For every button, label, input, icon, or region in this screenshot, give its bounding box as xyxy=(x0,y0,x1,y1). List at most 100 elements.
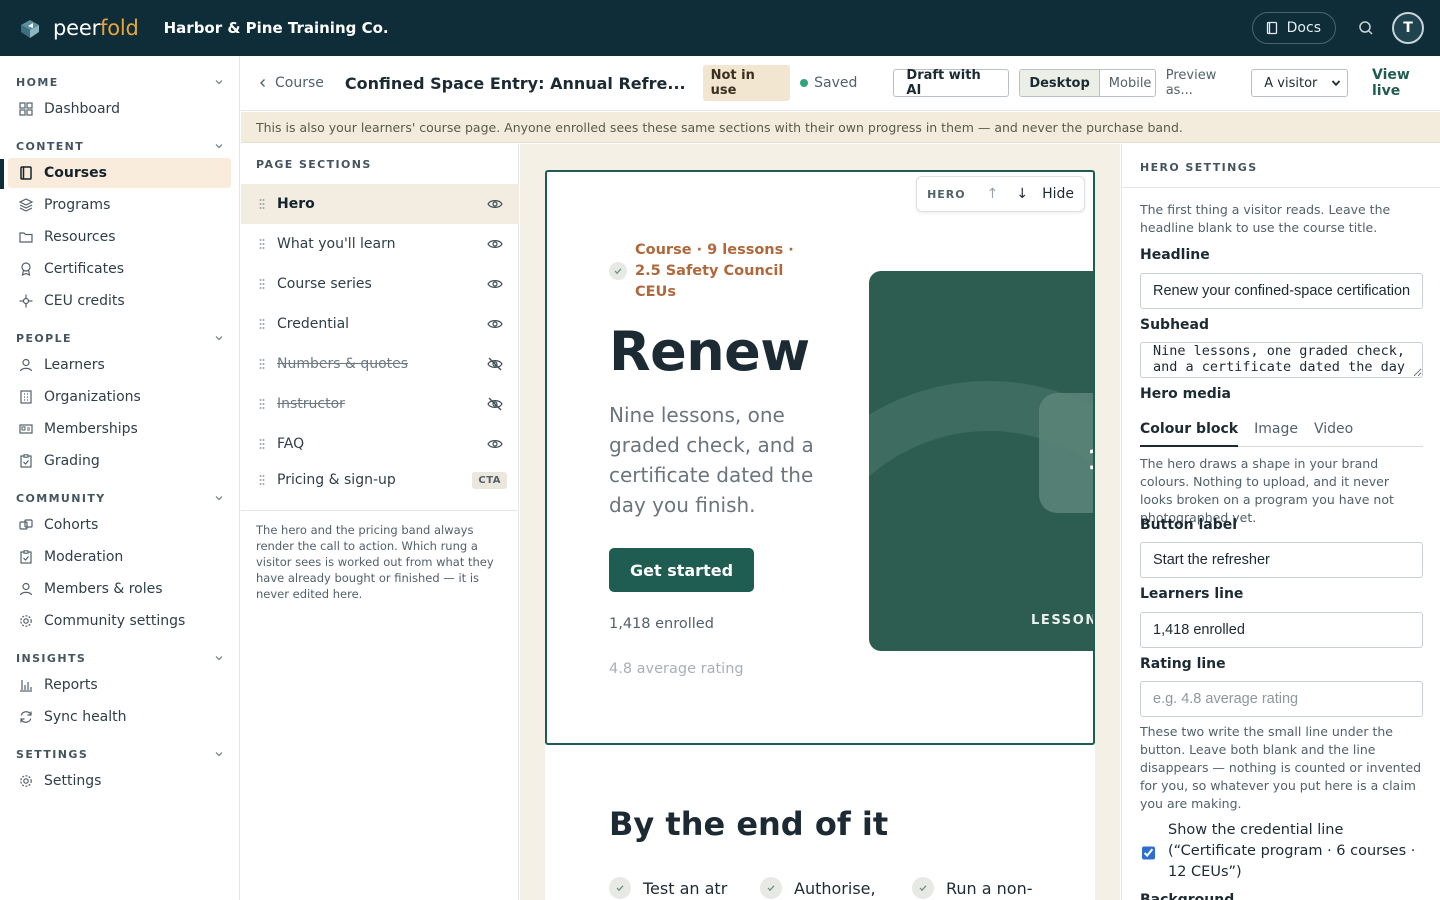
drag-handle-icon[interactable] xyxy=(257,318,267,330)
sidebar-item-members-roles[interactable]: Members & roles xyxy=(8,574,231,604)
learners-line-label: Learners line xyxy=(1140,586,1244,602)
search-icon[interactable] xyxy=(1358,20,1374,36)
sidebar-item-certificates[interactable]: Certificates xyxy=(8,254,231,284)
drag-handle-icon[interactable] xyxy=(257,474,267,486)
sidebar-section-community[interactable]: COMMUNITY xyxy=(16,488,224,508)
active-indicator xyxy=(0,159,4,189)
sidebar-item-courses[interactable]: Courses xyxy=(8,158,231,188)
back-to-course-link[interactable]: Course xyxy=(259,75,324,91)
get-started-button[interactable]: Get started xyxy=(609,548,755,592)
section-item-course-series[interactable]: Course series xyxy=(241,264,519,304)
enrolled-count: 1,418 enrolled xyxy=(609,616,714,632)
cohorts-icon xyxy=(19,519,33,530)
tab-image[interactable]: Image xyxy=(1254,421,1298,447)
media-glyph: 1 xyxy=(1087,443,1095,476)
section-item-numbers-quotes[interactable]: Numbers & quotes xyxy=(241,344,519,384)
eye-off-icon[interactable] xyxy=(487,357,503,371)
section-item-hero[interactable]: Hero xyxy=(241,184,519,224)
hero-settings-heading: HERO SETTINGS xyxy=(1140,161,1258,174)
eye-icon[interactable] xyxy=(487,438,503,450)
subhead-textarea[interactable]: Nine lessons, one graded check, and a ce… xyxy=(1140,342,1423,378)
page-sections-heading: PAGE SECTIONS xyxy=(256,158,372,171)
saved-indicator: Saved xyxy=(800,75,857,91)
view-live-link[interactable]: View live xyxy=(1372,67,1440,99)
learners-line-input[interactable] xyxy=(1140,612,1423,648)
brand-shape: 1 xyxy=(869,381,1095,513)
drag-handle-icon[interactable] xyxy=(257,198,267,210)
logo-text: peerfold xyxy=(53,16,139,40)
hero-headline: Renew xyxy=(609,320,810,383)
drag-handle-icon[interactable] xyxy=(257,438,267,450)
docs-button[interactable]: Docs xyxy=(1251,12,1336,44)
docs-label: Docs xyxy=(1286,20,1321,36)
building-icon xyxy=(20,390,32,404)
tab-video[interactable]: Video xyxy=(1314,421,1353,447)
move-down-button[interactable]: ↓ xyxy=(1016,186,1028,202)
eye-icon[interactable] xyxy=(487,318,503,330)
sidebar-item-programs[interactable]: Programs xyxy=(8,190,231,220)
hero-toolbar: HERO ↑ ↓ Hide xyxy=(916,176,1085,212)
sidebar-item-organizations[interactable]: Organizations xyxy=(8,382,231,412)
grid-icon xyxy=(19,102,33,116)
drag-handle-icon[interactable] xyxy=(257,238,267,250)
gear-icon xyxy=(20,615,32,627)
sidebar-section-settings[interactable]: SETTINGS xyxy=(16,744,224,764)
sidebar-section-content[interactable]: CONTENT xyxy=(16,136,224,156)
sidebar-section-people[interactable]: PEOPLE xyxy=(16,328,224,348)
info-banner: This is also your learners' course page.… xyxy=(241,112,1440,143)
eye-icon[interactable] xyxy=(487,198,503,210)
sidebar-section-home[interactable]: HOME xyxy=(16,72,224,92)
sidebar-section-insights[interactable]: INSIGHTS xyxy=(16,648,224,668)
logo[interactable]: peerfold xyxy=(18,16,139,40)
drag-handle-icon[interactable] xyxy=(257,398,267,410)
drag-handle-icon[interactable] xyxy=(257,278,267,290)
tab-colour-block[interactable]: Colour block xyxy=(1140,421,1239,447)
device-mobile-button[interactable]: Mobile xyxy=(1100,70,1155,96)
draft-with-ai-button[interactable]: Draft with AI xyxy=(893,68,1010,98)
sidebar-item-dashboard[interactable]: Dashboard xyxy=(8,94,231,124)
eye-icon[interactable] xyxy=(487,278,503,290)
preview-as-select[interactable]: A visitor xyxy=(1251,69,1348,97)
rating-line-input[interactable] xyxy=(1140,681,1423,717)
peerfold-logo-icon xyxy=(21,20,39,38)
book-icon xyxy=(1266,21,1277,35)
sidebar-item-resources[interactable]: Resources xyxy=(8,222,231,252)
sidebar-item-memberships[interactable]: Memberships xyxy=(8,414,231,444)
sidebar-item-learners[interactable]: Learners xyxy=(8,350,231,380)
section-item-instructor[interactable]: Instructor xyxy=(241,384,519,424)
eye-off-icon[interactable] xyxy=(487,397,503,411)
outcome-item: Run a non- xyxy=(912,877,1042,899)
sidebar-item-reports[interactable]: Reports xyxy=(8,670,231,700)
section-item-what-youll-learn[interactable]: What you'll learn xyxy=(241,224,519,264)
sidebar-item-cohorts[interactable]: Cohorts xyxy=(8,510,231,540)
chevron-down-icon xyxy=(215,496,223,501)
hide-section-button[interactable]: Hide xyxy=(1042,186,1074,202)
sidebar: HOME Dashboard CONTENT Courses Programs … xyxy=(0,56,240,900)
user-icon xyxy=(19,582,33,596)
section-item-faq[interactable]: FAQ xyxy=(241,424,519,464)
section-item-pricing-signup[interactable]: Pricing & sign-up CTA xyxy=(241,460,519,500)
sidebar-item-grading[interactable]: Grading xyxy=(8,446,231,476)
sidebar-item-sync-health[interactable]: Sync health xyxy=(8,702,231,732)
hero-subhead: Nine lessons, one graded check, and a ce… xyxy=(609,403,814,517)
move-up-button[interactable]: ↑ xyxy=(987,186,999,202)
avatar[interactable]: T xyxy=(1392,12,1424,44)
gear-icon xyxy=(20,775,32,787)
headline-input[interactable] xyxy=(1140,273,1423,309)
hero-section-preview[interactable]: HERO ↑ ↓ Hide Course · 9 lessons · 2.5 S… xyxy=(545,170,1095,745)
credential-check-label[interactable]: Show the credential line (“Certificate p… xyxy=(1168,820,1427,883)
eye-icon[interactable] xyxy=(487,238,503,250)
book-icon xyxy=(20,166,32,180)
sidebar-item-community-settings[interactable]: Community settings xyxy=(8,606,231,636)
check-icon xyxy=(760,877,782,899)
button-label-input[interactable] xyxy=(1140,542,1423,578)
outcomes-section-preview[interactable]: By the end of it Test an atr Authorise, … xyxy=(545,745,1095,900)
sidebar-item-ceu-credits[interactable]: CEU credits xyxy=(8,286,231,316)
section-item-credential[interactable]: Credential xyxy=(241,304,519,344)
device-desktop-button[interactable]: Desktop xyxy=(1020,70,1100,96)
sidebar-item-moderation[interactable]: Moderation xyxy=(8,542,231,572)
drag-handle-icon[interactable] xyxy=(257,358,267,370)
sidebar-item-settings[interactable]: Settings xyxy=(8,766,231,796)
show-credential-checkbox[interactable] xyxy=(1142,846,1155,860)
hero-toolbar-label: HERO xyxy=(927,187,966,201)
